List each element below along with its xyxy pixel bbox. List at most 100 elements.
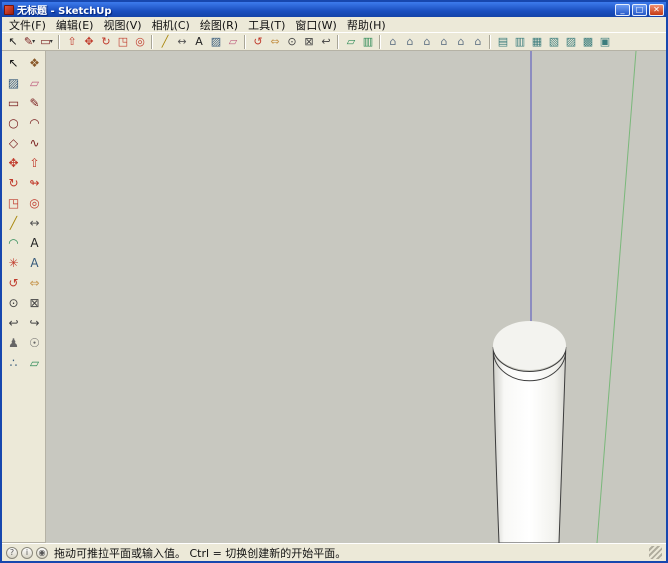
title-bar[interactable]: 无标题 - SketchUp _ □ ✕ [2,2,666,17]
3d-text-tool[interactable]: A [24,253,45,273]
view-front[interactable]: ⌂ [418,33,435,50]
toolbar-separator [58,35,60,49]
select-tool[interactable]: ↖ [4,33,21,50]
style-xray[interactable]: ▤ [494,33,511,50]
tool-glyph-icon: ✳ [8,257,18,269]
cylinder-top-face[interactable] [493,321,566,370]
view-iso[interactable]: ⌂ [384,33,401,50]
style-hidden-line[interactable]: ▧ [545,33,562,50]
protractor-tool[interactable]: ◠ [3,233,24,253]
tool-glyph-icon: ▥ [363,36,373,47]
zoom-tool[interactable]: ⊙ [283,33,300,50]
minimize-button[interactable]: _ [615,4,630,16]
zoom-tool[interactable]: ⊙ [3,293,24,313]
style-shaded[interactable]: ▨ [562,33,579,50]
push-pull-tool[interactable]: ⇧ [24,153,45,173]
previous-view-tool[interactable]: ↩ [3,313,24,333]
close-button[interactable]: ✕ [649,4,664,16]
pan-tool[interactable]: ⇔ [266,33,283,50]
axes-tool[interactable]: ✳ [3,253,24,273]
style-wireframe[interactable]: ▦ [528,33,545,50]
drawing-canvas[interactable] [46,51,666,543]
menu-item[interactable]: 绘图(R) [195,17,243,33]
menu-item[interactable]: 编辑(E) [51,17,99,33]
tool-glyph-icon: ▱ [229,36,237,47]
sketchup-app-icon [4,5,14,15]
offset-tool[interactable]: ◎ [131,33,148,50]
offset-tool[interactable]: ◎ [24,193,45,213]
select-tool[interactable]: ↖ [3,53,24,73]
text-tool[interactable]: A [24,233,45,253]
scale-tool[interactable]: ◳ [3,193,24,213]
instructor-icon[interactable]: ◉ [36,547,48,559]
walk-tool[interactable]: ∴ [3,353,24,373]
view-back[interactable]: ⌂ [452,33,469,50]
dimension-tool[interactable]: ↔ [173,33,190,50]
shapes-tool[interactable]: ▭▾ [38,33,55,50]
cylinder-body[interactable] [493,347,566,543]
status-icons: ? i ◉ [6,547,48,559]
tape-measure-tool[interactable]: ╱ [3,213,24,233]
dimension-tool[interactable]: ↔ [24,213,45,233]
menu-item[interactable]: 视图(V) [98,17,146,33]
push-pull-tool[interactable]: ⇧ [63,33,80,50]
text-tool[interactable]: A [190,33,207,50]
style-shaded-textures[interactable]: ▩ [579,33,596,50]
pan-tool[interactable]: ⇔ [24,273,45,293]
arc-tool[interactable]: ◠ [24,113,45,133]
style-back-edges[interactable]: ▥ [511,33,528,50]
paint-bucket-tool[interactable]: ▨ [207,33,224,50]
resize-grip[interactable] [649,546,662,559]
view-right[interactable]: ⌂ [435,33,452,50]
maximize-button[interactable]: □ [632,4,647,16]
top-toolbar: ↖ ✎▾ ▭▾ ⇧ ✥ ↻ [2,32,666,51]
tool-glyph-icon: ⌂ [390,36,397,47]
view-top[interactable]: ⌂ [401,33,418,50]
section-cuts-toggle[interactable]: ▥ [359,33,376,50]
follow-me-tool[interactable]: ↬ [24,173,45,193]
orbit-tool[interactable]: ↺ [249,33,266,50]
view-left[interactable]: ⌂ [469,33,486,50]
section-plane-tool[interactable]: ▱ [342,33,359,50]
look-around-tool[interactable]: ☉ [24,333,45,353]
zoom-extents-tool[interactable]: ⊠ [24,293,45,313]
orbit-tool[interactable]: ↺ [3,273,24,293]
eraser-tool[interactable]: ▱ [24,73,45,93]
previous-view-tool[interactable]: ↩ [317,33,334,50]
make-component-tool[interactable]: ❖ [24,53,45,73]
tape-measure-tool[interactable]: ╱ [156,33,173,50]
tool-glyph-icon: ▱ [30,357,39,369]
paint-bucket-tool[interactable]: ▨ [3,73,24,93]
circle-tool[interactable]: ○ [3,113,24,133]
zoom-extents-tool[interactable]: ⊠ [300,33,317,50]
menu-item[interactable]: 文件(F) [4,17,51,33]
section-plane-tool[interactable]: ▱ [24,353,45,373]
menu-item[interactable]: 工具(T) [243,17,290,33]
tool-glyph-icon: ▨ [8,77,19,89]
left-toolbar: ↖ ❖ ▨ ▱ ▭ ✎ [2,51,46,543]
line-tool[interactable]: ✎ [24,93,45,113]
move-tool[interactable]: ✥ [3,153,24,173]
style-monochrome[interactable]: ▣ [596,33,613,50]
tool-glyph-icon: ↻ [101,36,110,47]
help-icon[interactable]: ? [6,547,18,559]
move-tool[interactable]: ✥ [80,33,97,50]
tool-glyph-icon: ↪ [29,317,39,329]
sketchup-window: 无标题 - SketchUp _ □ ✕ 文件(F) 编辑(E) 视图 [0,0,668,563]
info-icon[interactable]: i [21,547,33,559]
menu-item[interactable]: 帮助(H) [342,17,391,33]
menu-item[interactable]: 窗口(W) [290,17,341,33]
scale-tool[interactable]: ◳ [114,33,131,50]
position-camera-tool[interactable]: ♟ [3,333,24,353]
line-tool[interactable]: ✎▾ [21,33,38,50]
menu-item[interactable]: 相机(C) [147,17,195,33]
polygon-tool[interactable]: ◇ [3,133,24,153]
tool-glyph-icon: ▥ [515,36,525,47]
status-icon-glyph: i [26,548,28,557]
rotate-tool[interactable]: ↻ [3,173,24,193]
next-view-tool[interactable]: ↪ [24,313,45,333]
eraser-tool[interactable]: ▱ [224,33,241,50]
freehand-tool[interactable]: ∿ [24,133,45,153]
rectangle-tool[interactable]: ▭ [3,93,24,113]
rotate-tool[interactable]: ↻ [97,33,114,50]
